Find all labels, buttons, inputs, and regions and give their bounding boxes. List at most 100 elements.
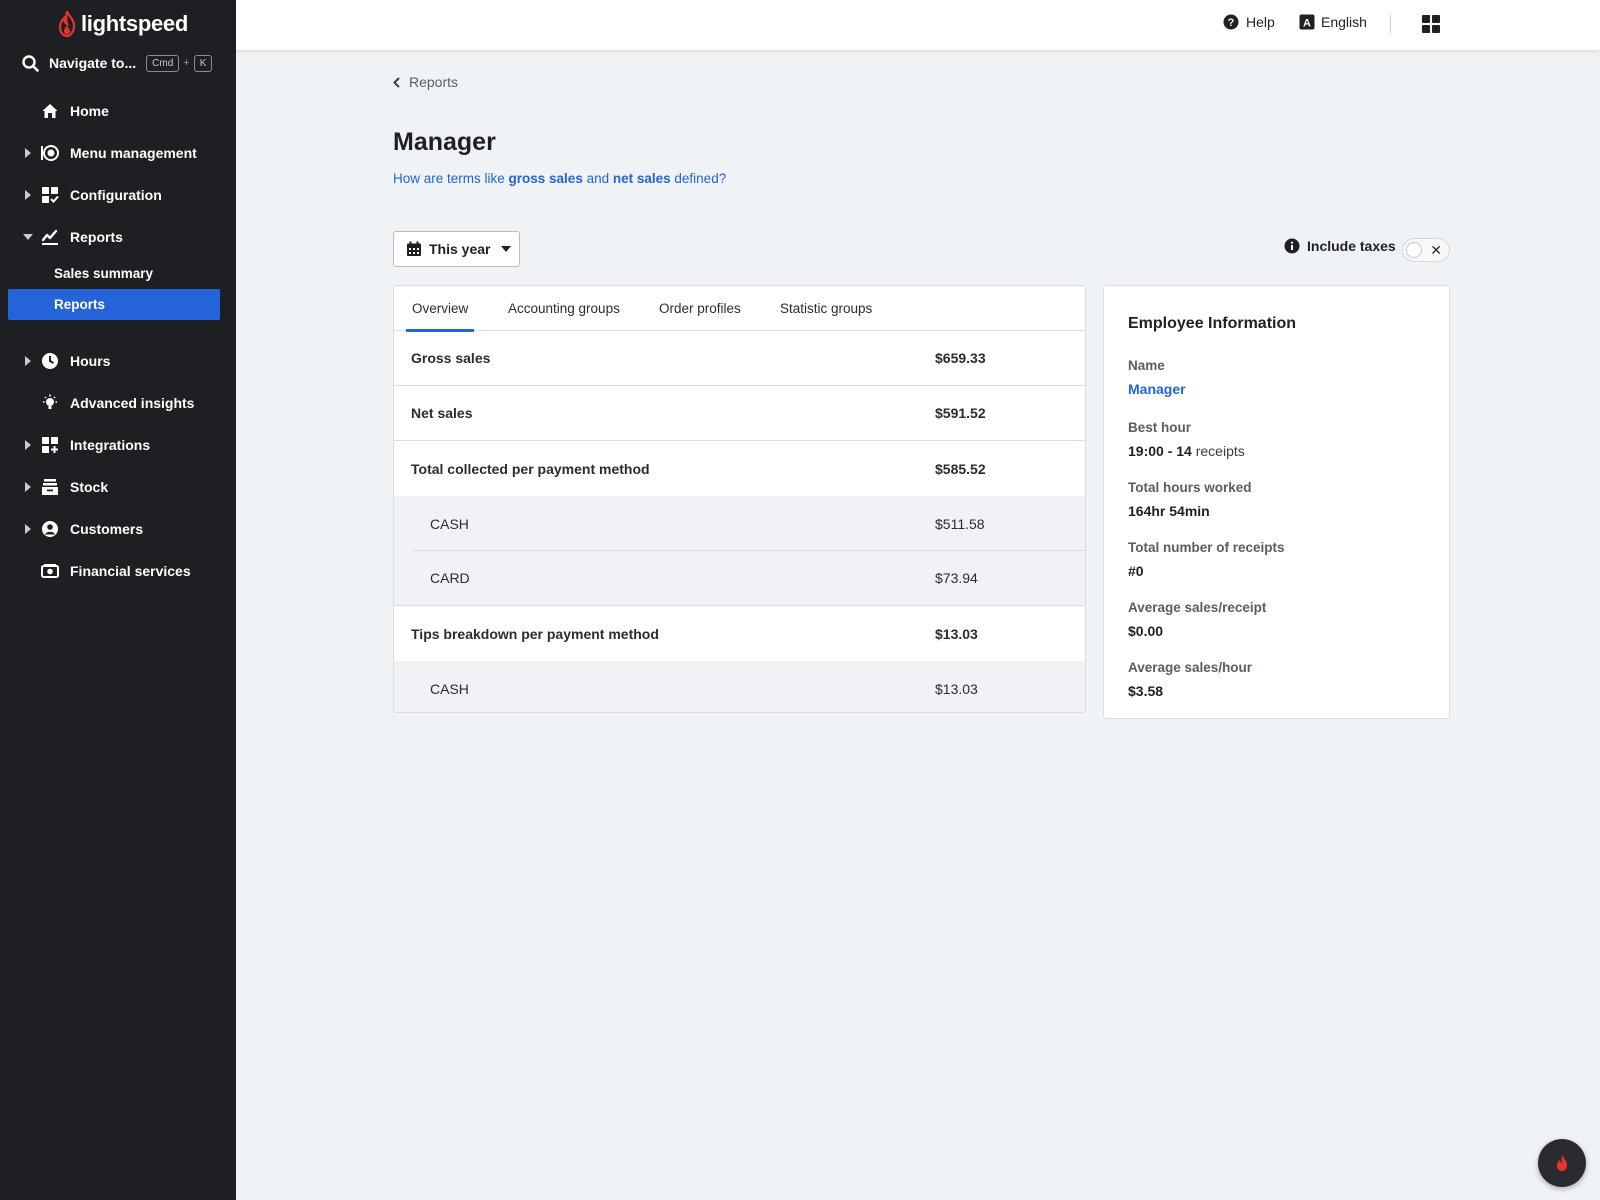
sidebar-item-advanced-insights[interactable]: Advanced insights: [0, 382, 236, 424]
sidebar-subitem-reports[interactable]: Reports: [8, 289, 220, 320]
flame-icon: [58, 11, 76, 37]
language-icon: A: [1299, 14, 1315, 30]
avg-sales-hour-field: Average sales/hour $3.58: [1128, 660, 1252, 699]
employee-name-field: Name Manager: [1128, 358, 1186, 397]
sidebar-item-label: Configuration: [70, 187, 162, 203]
tab-overview[interactable]: Overview: [405, 286, 475, 332]
help-text-prefix: How are terms like: [393, 171, 509, 186]
shortcut-key-k: K: [193, 54, 213, 72]
tab-order-profiles[interactable]: Order profiles: [659, 286, 741, 331]
row-label: CASH: [430, 680, 469, 697]
caret-right-icon: [25, 148, 31, 158]
language-label: English: [1321, 14, 1367, 30]
include-taxes-toggle[interactable]: ✕: [1402, 238, 1450, 262]
sidebar-item-label: Menu management: [70, 145, 197, 161]
page-title: Manager: [393, 128, 496, 156]
sidebar-item-label: Integrations: [70, 437, 151, 453]
shortcut-key-cmd: Cmd: [146, 54, 180, 72]
date-range-label: This year: [429, 241, 491, 257]
sidebar-item-customers[interactable]: Customers: [0, 508, 236, 550]
apps-grid-icon[interactable]: [1422, 15, 1440, 33]
field-label: Total number of receipts: [1128, 540, 1285, 555]
sidebar-item-financial-services[interactable]: Financial services: [0, 550, 236, 592]
caret-right-icon: [25, 440, 31, 450]
help-text-mid: and: [582, 171, 613, 186]
svg-text:?: ?: [1228, 17, 1235, 29]
report-subrow-card: CARD $73.94: [394, 551, 1085, 606]
row-value: $659.33: [935, 350, 986, 366]
toggle-knob: [1406, 242, 1422, 258]
sidebar-item-label: Reports: [70, 229, 123, 245]
lightspeed-logo[interactable]: lightspeed: [57, 10, 188, 38]
navigate-to-search[interactable]: Navigate to... Cmd + K: [22, 52, 222, 74]
topbar-divider: [1390, 15, 1391, 33]
field-label: Best hour: [1128, 420, 1192, 435]
best-hour-unit: receipts: [1191, 443, 1245, 459]
home-icon: [40, 101, 60, 121]
row-label: Total collected per payment method: [411, 460, 650, 477]
best-hour-field: Best hour 19:00 - 14 receipts: [1128, 420, 1245, 459]
employee-name-link[interactable]: Manager: [1128, 381, 1186, 397]
row-label: Gross sales: [411, 350, 491, 366]
report-subrow-cash: CASH $511.58: [394, 496, 1085, 551]
caret-right-icon: [25, 524, 31, 534]
report-row-total-collected: Total collected per payment method $585.…: [394, 441, 1085, 496]
lightbulb-icon: [40, 393, 60, 413]
svg-text:A: A: [1303, 18, 1311, 30]
assistant-fab-button[interactable]: [1538, 1139, 1586, 1187]
sidebar-item-configuration[interactable]: Configuration: [0, 174, 236, 216]
financial-services-icon: [40, 561, 60, 581]
best-hour-value: 19:00 - 14 receipts: [1128, 443, 1245, 459]
sidebar-nav: Home Menu management Configuration Repor…: [0, 90, 236, 592]
breadcrumb-label: Reports: [409, 74, 459, 90]
sidebar-item-menu-management[interactable]: Menu management: [0, 132, 236, 174]
caret-right-icon: [25, 356, 31, 366]
info-icon[interactable]: [1284, 238, 1300, 254]
terms-definition-link[interactable]: How are terms like gross sales and net s…: [393, 171, 726, 186]
total-hours-field: Total hours worked 164hr 54min: [1128, 480, 1252, 519]
sidebar-item-stock[interactable]: Stock: [0, 466, 236, 508]
row-value: $591.52: [935, 405, 986, 421]
chevron-left-icon: [393, 76, 400, 88]
row-label: CASH: [430, 515, 469, 532]
caret-right-icon: [25, 482, 31, 492]
sidebar-item-hours[interactable]: Hours: [0, 340, 236, 382]
brand-name: lightspeed: [81, 11, 189, 36]
clock-icon: [40, 351, 60, 371]
help-button[interactable]: ? Help: [1223, 14, 1275, 30]
language-selector[interactable]: A English: [1299, 14, 1367, 30]
row-label: CARD: [430, 570, 470, 586]
employee-card-title: Employee Information: [1128, 315, 1297, 332]
report-row-tips-breakdown: Tips breakdown per payment method $13.03: [394, 606, 1085, 661]
sidebar-item-reports[interactable]: Reports: [0, 216, 236, 258]
sidebar-item-home[interactable]: Home: [0, 90, 236, 132]
integrations-icon: [40, 435, 60, 455]
avg-sales-receipt-value: $0.00: [1128, 623, 1164, 639]
sidebar-subitem-sales-summary[interactable]: Sales summary: [0, 258, 236, 289]
tab-accounting-groups[interactable]: Accounting groups: [508, 286, 620, 331]
row-value: $13.03: [935, 625, 978, 642]
row-label: Tips breakdown per payment method: [411, 625, 659, 642]
row-label: Net sales: [411, 405, 473, 421]
report-row-net-sales: Net sales $591.52: [394, 386, 1085, 441]
sidebar-item-label: Home: [70, 103, 109, 119]
chevron-down-icon: [501, 246, 512, 252]
calendar-icon: [407, 241, 421, 256]
navigate-to-label: Navigate to...: [49, 55, 137, 71]
help-term-net-sales: net sales: [612, 171, 671, 186]
report-row-gross-sales: Gross sales $659.33: [394, 331, 1085, 386]
field-label: Total hours worked: [1128, 480, 1252, 495]
date-range-dropdown[interactable]: This year: [393, 231, 520, 267]
row-value: $511.58: [935, 515, 985, 532]
sidebar-item-integrations[interactable]: Integrations: [0, 424, 236, 466]
tab-statistic-groups[interactable]: Statistic groups: [780, 286, 872, 331]
flame-icon: [1557, 1155, 1567, 1171]
report-card: Overview Accounting groups Order profile…: [393, 285, 1086, 713]
top-bar: ? Help A English: [236, 0, 1600, 50]
sidebar: lightspeed Navigate to... Cmd + K Home M…: [0, 0, 236, 1200]
field-label: Average sales/receipt: [1128, 600, 1267, 615]
employee-information-card: Employee Information Name Manager Best h…: [1103, 285, 1450, 719]
breadcrumb[interactable]: Reports: [393, 74, 458, 90]
row-value: $13.03: [935, 680, 978, 697]
